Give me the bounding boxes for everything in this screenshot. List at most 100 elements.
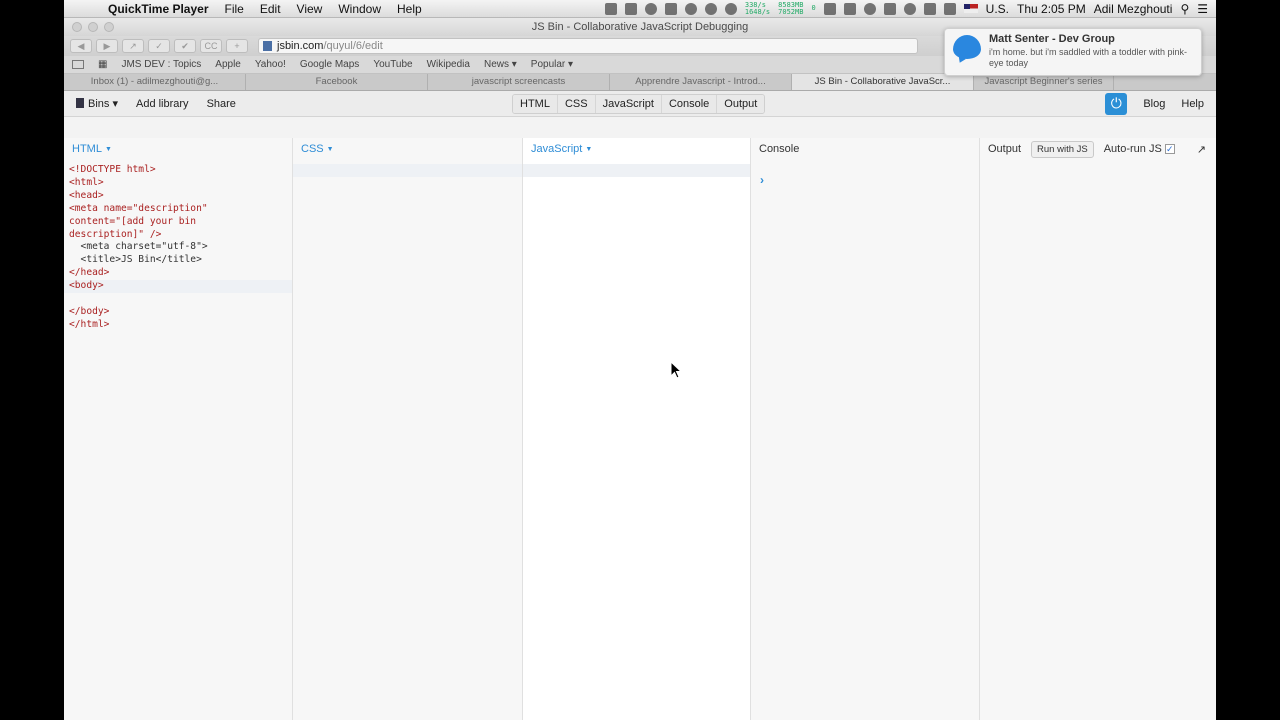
editor-panels: HTML ▼ <!DOCTYPE html> <html> <head> <meta n… [64,138,1216,720]
code-line: <meta charset="utf-8"> [69,241,208,253]
css-panel-header[interactable]: CSS ▼ [293,138,522,160]
bins-menu[interactable]: Bins ▾ [76,97,118,110]
messages-icon [953,35,981,59]
bookmark-item[interactable]: Popular ▾ [531,59,573,70]
cc-button[interactable]: CC [200,39,222,53]
bookmark-item[interactable]: YouTube [373,59,412,70]
back-icon[interactable]: ◀ [70,39,92,53]
volume-icon[interactable] [923,2,936,15]
memory-stats: 8583MB 7052MB [778,0,804,16]
bookmark-item[interactable]: News ▾ [484,59,517,70]
window-controls [72,22,114,32]
menu-bar: QuickTime Player File Edit View Window H… [64,0,1216,18]
html-panel-header[interactable]: HTML ▼ [64,138,292,160]
check-icon[interactable] [823,2,836,15]
power-icon[interactable]: ⏻ [1105,92,1128,115]
battery-icon[interactable] [943,2,956,15]
run-with-js-button[interactable]: Run with JS [1031,140,1094,158]
alert-icon[interactable] [664,2,677,15]
html-editor[interactable]: <!DOCTYPE html> <html> <head> <meta name="d… [64,160,292,332]
toggle-output[interactable]: Output [717,95,765,113]
network-stats: 338/s 1648/s [744,0,771,16]
record-icon[interactable] [644,2,657,15]
javascript-editor[interactable] [523,160,750,720]
blog-link[interactable]: Blog [1143,98,1165,110]
zoom-window-icon[interactable] [104,22,114,32]
input-locale[interactable]: U.S. [986,2,1009,16]
add-tab-icon[interactable]: + [226,39,248,53]
tab-beginner-series[interactable]: Javascript Beginner's series [974,74,1114,90]
checkbox-checked-icon[interactable]: ✓ [1164,144,1175,154]
output-panel: Output Run with JS Auto-run JS ✓ ↗ [980,138,1216,720]
us-flag-icon[interactable] [963,4,978,13]
bins-icon [76,98,84,108]
autorun-toggle[interactable]: Auto-run JS ✓ [1104,143,1175,155]
code-line: <body> [69,280,104,292]
close-window-icon[interactable] [72,22,82,32]
bookmark-item[interactable]: Wikipedia [427,59,470,70]
menu-help[interactable]: Help [389,2,430,16]
memory-zero: 0 [811,4,816,12]
dropbox-icon[interactable] [624,2,637,15]
forward-icon[interactable]: ▶ [96,39,118,53]
spotlight-icon[interactable]: ⚲ [1180,2,1189,16]
html-panel: HTML ▼ <!DOCTYPE html> <html> <head> <meta n… [64,138,293,720]
panel-toggle-group: HTML CSS JavaScript Console Output [512,94,766,114]
tab-screencasts[interactable]: javascript screencasts [428,74,610,90]
share-button[interactable]: Share [207,98,236,110]
top-sites-icon[interactable]: ▦ [98,59,107,70]
javascript-panel-header[interactable]: JavaScript ▼ [523,138,750,160]
browser-window: JS Bin - Collaborative JavaScript Debugg… [64,18,1216,720]
site-favicon-icon [263,41,272,51]
check-extension-icon[interactable]: ✔ [174,39,196,53]
code-line: </html> [69,318,110,330]
css-editor[interactable] [293,160,522,720]
add-library-button[interactable]: Add library [136,98,189,110]
code-line: <!DOCTYPE html> [69,164,156,175]
toggle-css[interactable]: CSS [557,95,596,113]
console-prompt[interactable]: › [760,173,764,187]
evernote-icon[interactable] [604,2,617,15]
menu-edit[interactable]: Edit [252,2,289,16]
share-icon[interactable]: ↗ [122,39,144,53]
tab-jsbin[interactable]: JS Bin - Collaborative JavaScr... [792,74,974,90]
bluetooth-icon[interactable] [883,2,896,15]
toggle-console[interactable]: Console [661,95,718,113]
expand-output-icon[interactable]: ↗ [1197,143,1206,156]
bookmark-item[interactable]: Yahoo! [255,59,286,70]
console-panel-header: Console [759,143,800,155]
sync-icon[interactable] [684,2,697,15]
gear-status-icon[interactable] [704,2,717,15]
bookmark-item[interactable]: JMS DEV : Topics [121,59,201,70]
help-link[interactable]: Help [1181,98,1204,110]
wifi-icon[interactable] [903,2,916,15]
tab-inbox[interactable]: Inbox (1) - adilmezghouti@g... [64,74,246,90]
menu-view[interactable]: View [289,2,331,16]
user-name[interactable]: Adil Mezghouti [1094,2,1173,16]
code-line: </head> [69,267,110,279]
tab-facebook[interactable]: Facebook [246,74,428,90]
reading-list-icon[interactable] [72,60,84,69]
javascript-panel: JavaScript ▼ [523,138,751,720]
toggle-html[interactable]: HTML [513,95,558,113]
menu-window[interactable]: Window [330,2,389,16]
display-icon[interactable] [843,2,856,15]
tab-apprendre[interactable]: Apprendre Javascript - Introd... [610,74,792,90]
address-bar[interactable]: jsbin.com/quyul/6/edit [258,38,918,54]
time-machine-icon[interactable] [863,2,876,15]
search-status-icon[interactable] [724,2,737,15]
message-notification[interactable]: Matt Senter - Dev Group i'm home. but i'… [944,28,1202,76]
menu-file[interactable]: File [217,2,252,16]
chevron-down-icon: ▼ [326,145,334,153]
css-panel: CSS ▼ [293,138,523,720]
output-panel-header: Output Run with JS Auto-run JS ✓ ↗ [980,138,1216,160]
minimize-window-icon[interactable] [88,22,98,32]
notification-center-icon[interactable]: ☰ [1197,2,1208,16]
clock[interactable]: Thu 2:05 PM [1017,2,1086,16]
menu-app-name[interactable]: QuickTime Player [98,2,217,16]
toggle-javascript[interactable]: JavaScript [595,95,662,113]
bookmark-item[interactable]: Google Maps [300,59,359,70]
window-title: JS Bin - Collaborative JavaScript Debugg… [531,21,749,33]
bookmark-item[interactable]: Apple [215,59,241,70]
extension-icon[interactable]: ✓ [148,39,170,53]
